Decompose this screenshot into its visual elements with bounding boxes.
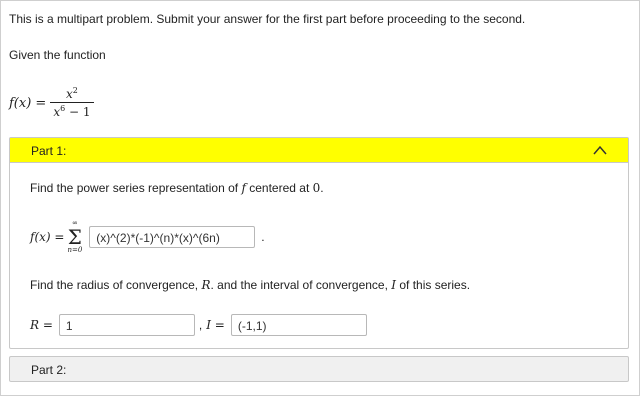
fraction-denominator: x6 − 1 [50,102,94,119]
given-text: Given the function [9,48,106,62]
series-answer-row: f(x) = ∞ Σ n=0 (x)^(2)*(-1)^(n)*(x)^(6n)… [30,219,265,255]
convergence-question: Find the radius of convergence, R. and t… [30,278,471,292]
radius-input[interactable]: 1 [58,314,195,336]
fraction-numerator: x2 [65,86,78,102]
interval-label: I = [206,318,225,332]
answer-separator: , [198,318,203,332]
part2-header[interactable]: Part 2: [9,356,629,382]
chevron-up-icon[interactable] [592,144,608,156]
function-fraction: x2 x6 − 1 [50,86,94,119]
interval-input[interactable]: (-1,1) [230,314,367,336]
power-series-question: Find the power series representation of … [30,181,324,195]
function-definition: f(x) = x2 x6 − 1 [9,83,94,123]
part1-label: Part 1: [31,144,67,158]
part2-label: Part 2: [31,363,67,377]
convergence-answer-row: R = 1 , I = (-1,1) [30,312,367,338]
summation-symbol: ∞ Σ n=0 [67,219,83,254]
part1-panel: Part 1: Find the power series representa… [9,137,629,349]
function-lhs: f(x) = [9,95,47,111]
series-period: . [261,230,265,244]
series-lhs: f(x) = [30,230,65,244]
intro-text: This is a multipart problem. Submit your… [9,12,526,26]
radius-label: R = [30,318,53,332]
part1-header[interactable]: Part 1: [10,138,628,163]
series-answer-input[interactable]: (x)^(2)*(-1)^(n)*(x)^(6n) [89,226,256,248]
